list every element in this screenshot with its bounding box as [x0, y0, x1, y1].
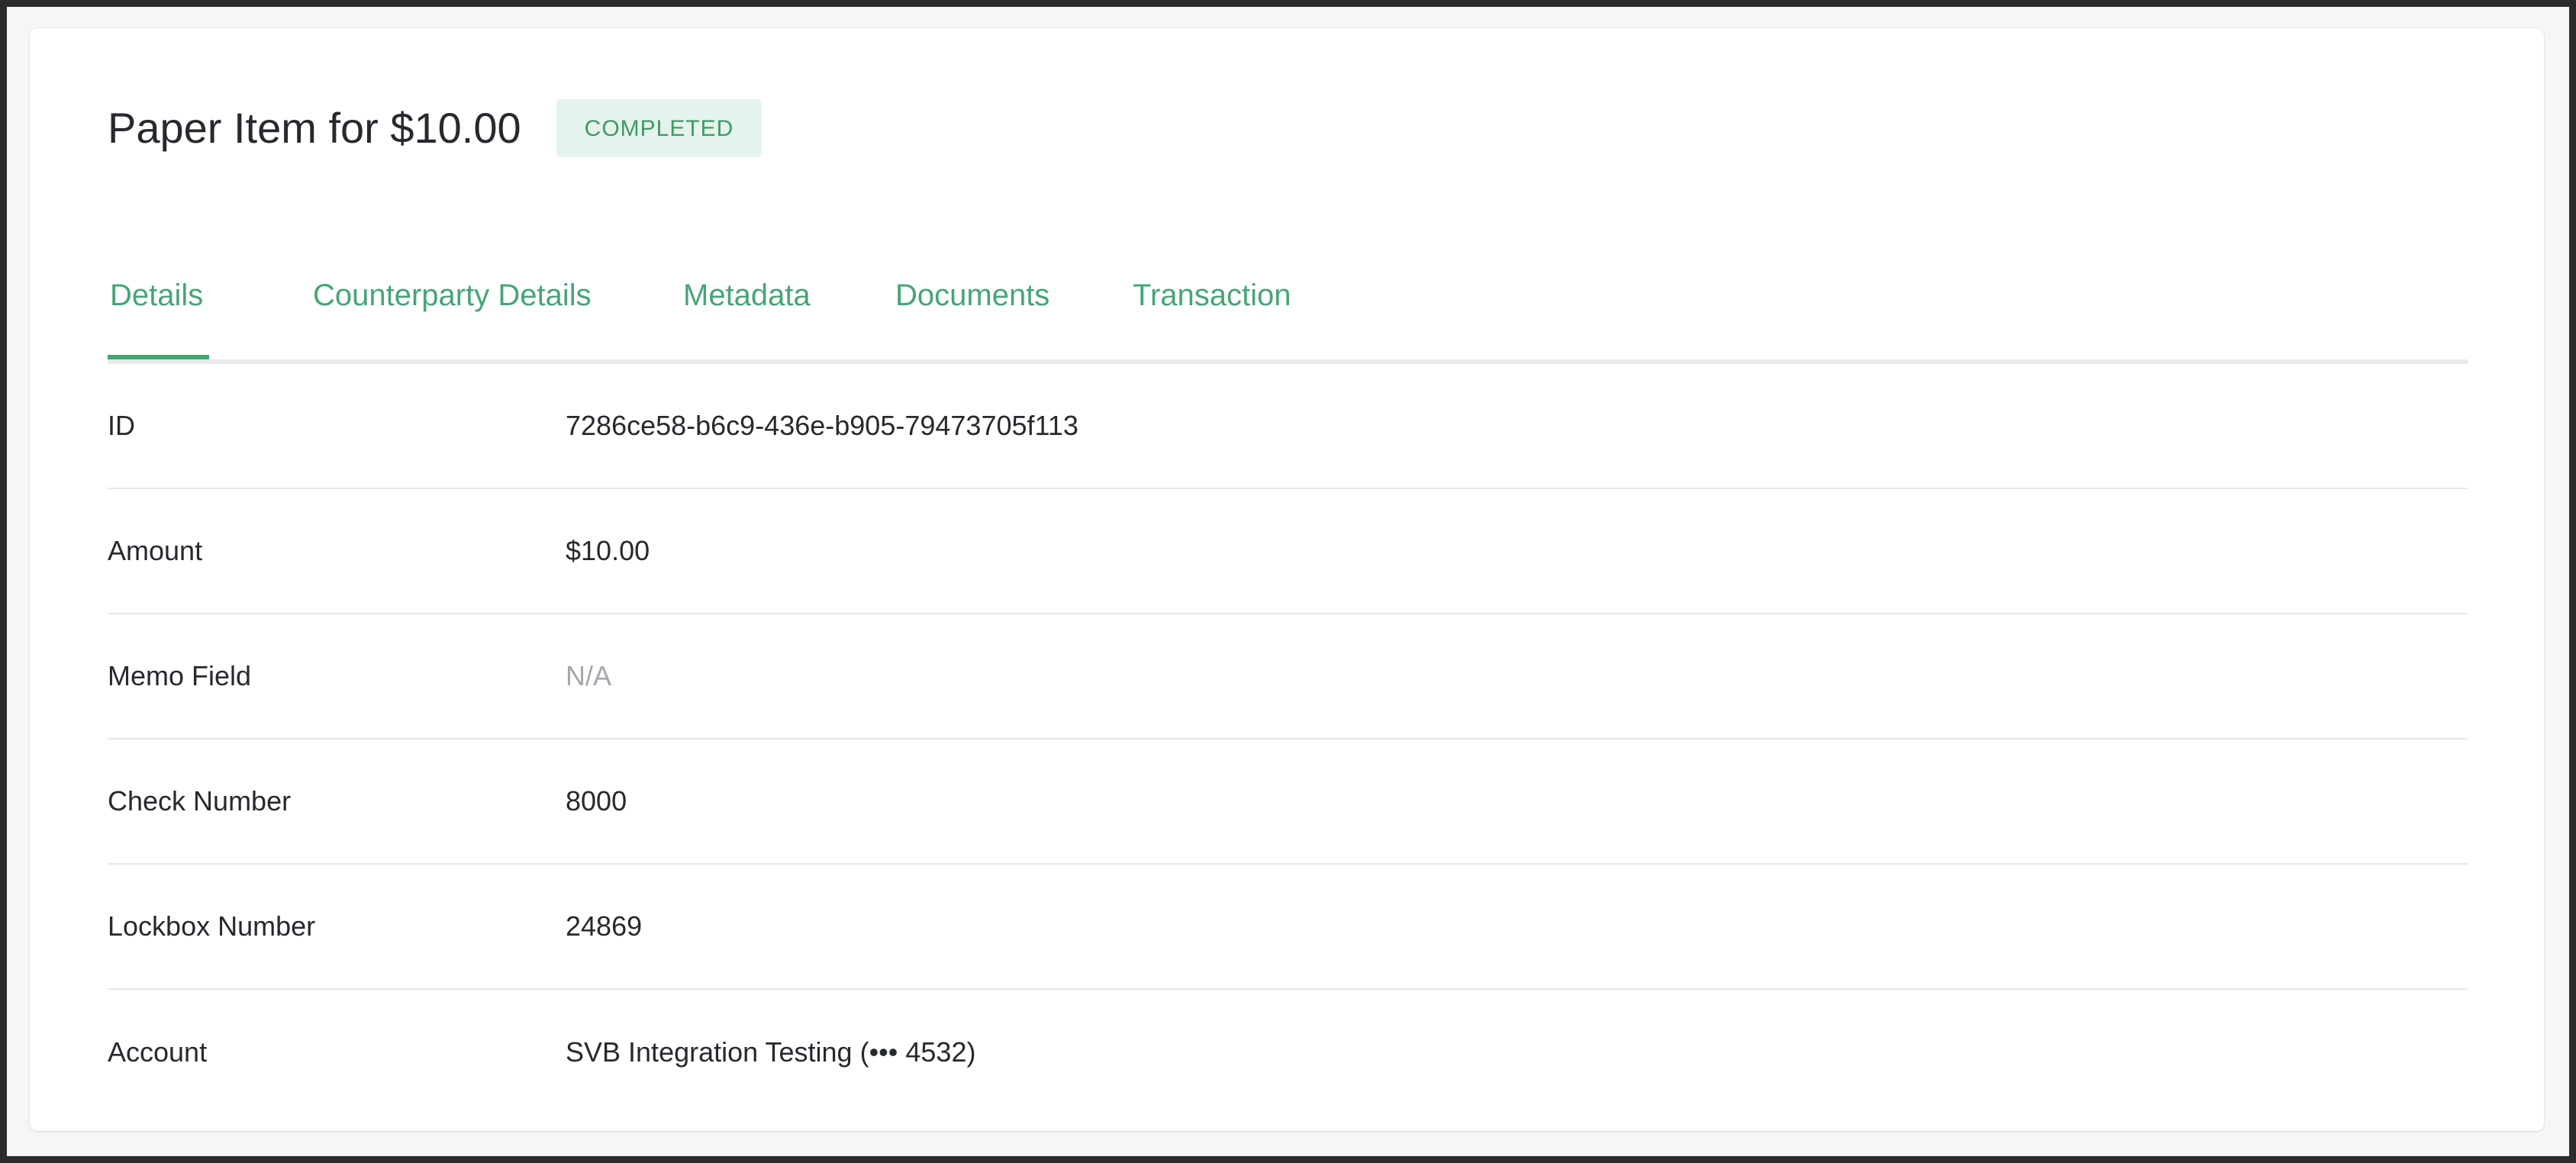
details-list: ID 7286ce58-b6c9-436e-b905-79473705f113 …	[108, 364, 2468, 1115]
detail-label: Lockbox Number	[108, 910, 316, 942]
page-title: Paper Item for $10.00	[108, 104, 521, 152]
detail-value-id: 7286ce58-b6c9-436e-b905-79473705f113	[566, 410, 1078, 441]
detail-value-check-number: 8000	[566, 785, 627, 817]
window-frame: Paper Item for $10.00 COMPLETED Details …	[7, 7, 2569, 1156]
tab-transaction[interactable]: Transaction	[1133, 280, 1291, 311]
tab-details[interactable]: Details	[110, 280, 203, 311]
tab-documents[interactable]: Documents	[895, 280, 1049, 311]
detail-value-memo-field: N/A	[566, 660, 612, 691]
detail-value-lockbox-number: 24869	[566, 910, 643, 942]
detail-value-account: SVB Integration Testing (••• 4532)	[566, 1036, 976, 1068]
detail-row-amount: Amount $10.00	[108, 489, 2468, 614]
detail-row-id: ID 7286ce58-b6c9-436e-b905-79473705f113	[108, 364, 2468, 489]
detail-label: Memo Field	[108, 660, 252, 691]
detail-row-check-number: Check Number 8000	[108, 739, 2468, 865]
tab-bar: Details Counterparty Details Metadata Do…	[108, 257, 2468, 364]
detail-value-amount: $10.00	[566, 535, 650, 566]
detail-label: Account	[108, 1036, 208, 1068]
detail-row-account: Account SVB Integration Testing (••• 453…	[108, 990, 2468, 1115]
detail-label: ID	[108, 410, 135, 441]
paper-item-card: Paper Item for $10.00 COMPLETED Details …	[30, 28, 2544, 1131]
page-header: Paper Item for $10.00 COMPLETED	[108, 99, 762, 157]
tab-metadata[interactable]: Metadata	[683, 280, 811, 311]
status-badge: COMPLETED	[556, 99, 762, 157]
active-tab-indicator	[108, 355, 209, 359]
detail-row-lockbox-number: Lockbox Number 24869	[108, 865, 2468, 990]
detail-label: Check Number	[108, 785, 292, 817]
detail-label: Amount	[108, 535, 203, 566]
detail-row-memo-field: Memo Field N/A	[108, 614, 2468, 739]
tab-counterparty-details[interactable]: Counterparty Details	[313, 280, 592, 311]
